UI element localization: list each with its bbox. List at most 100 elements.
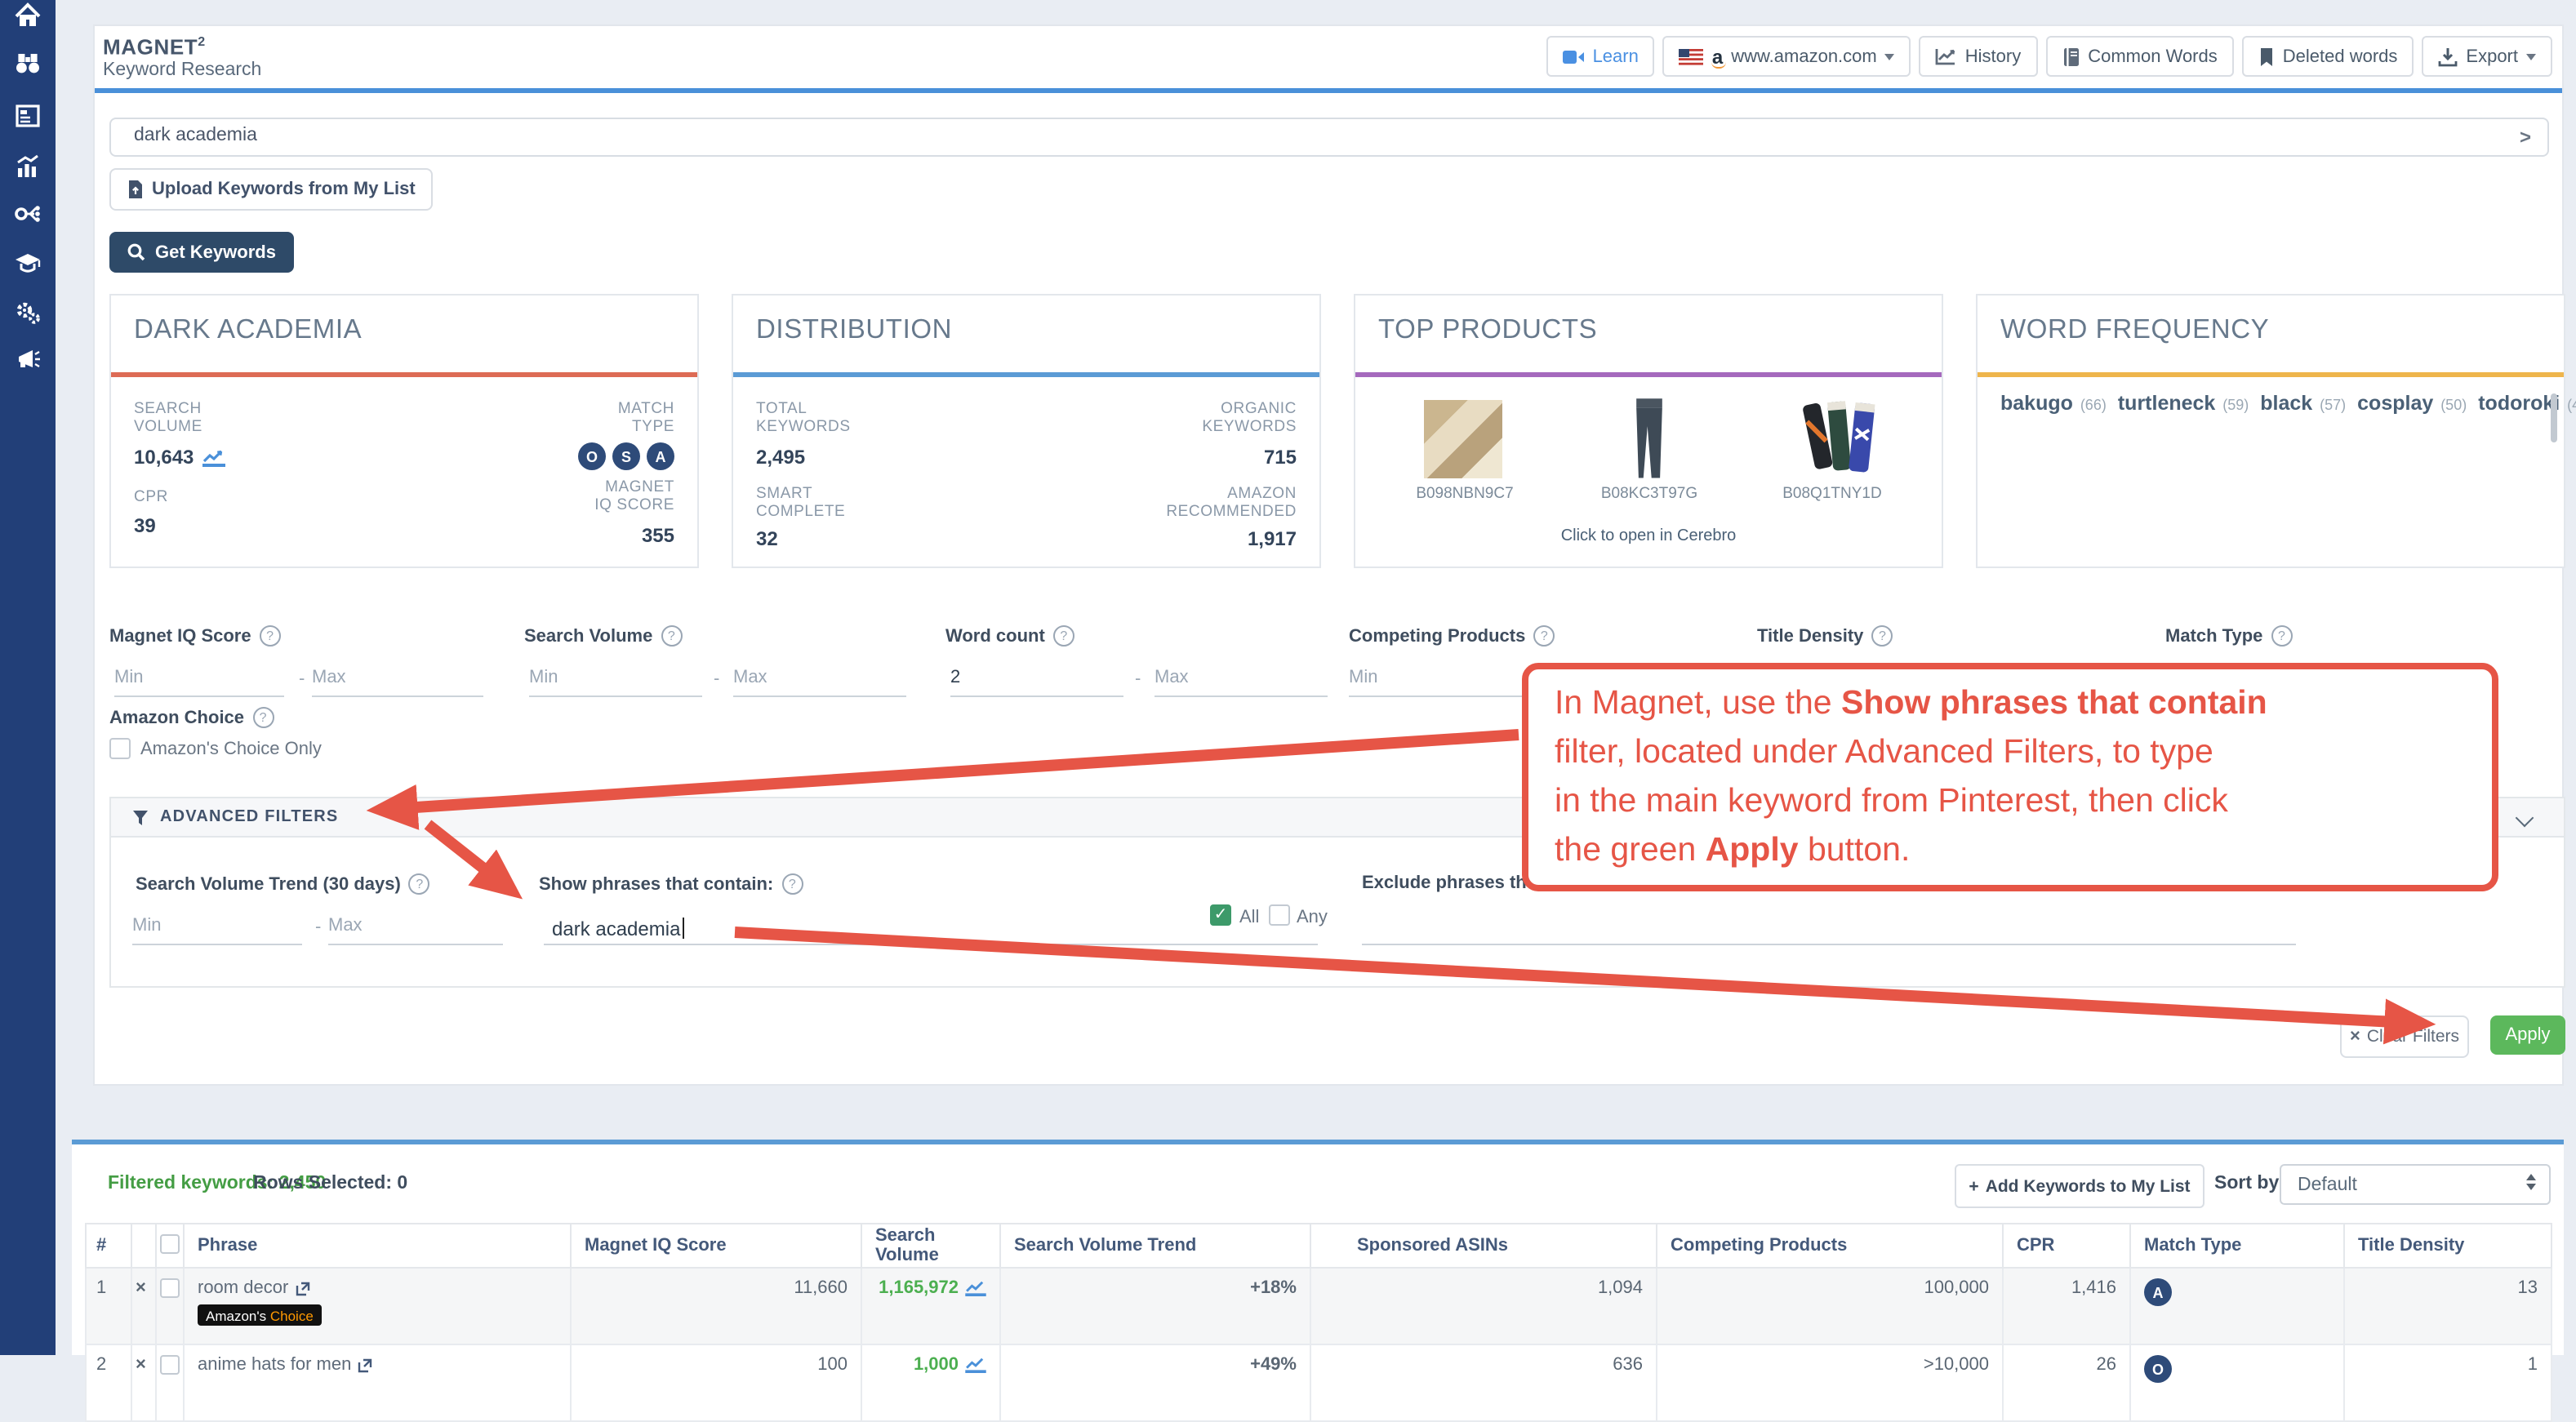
word-frequency-item: black (57) bbox=[2260, 389, 2346, 416]
organic-keywords-label: ORGANIC KEYWORDS bbox=[1202, 400, 1297, 436]
amazon-choice-checkbox[interactable] bbox=[109, 738, 131, 759]
filter-search-volume-label: Search Volume? bbox=[524, 625, 682, 647]
remove-row-button[interactable]: × bbox=[131, 1344, 156, 1421]
learn-button[interactable]: Learn bbox=[1547, 36, 1655, 77]
sidebar bbox=[0, 0, 56, 1355]
word-count-max-input[interactable] bbox=[1155, 666, 1328, 697]
filter-competing-products-label: Competing Products? bbox=[1349, 625, 1555, 647]
phrase-link[interactable]: anime hats for men bbox=[198, 1355, 372, 1375]
search-icon bbox=[127, 243, 145, 261]
trend-chart-icon[interactable] bbox=[965, 1357, 986, 1373]
upload-keywords-button[interactable]: Upload Keywords from My List bbox=[109, 168, 434, 211]
help-icon[interactable]: ? bbox=[1533, 625, 1555, 647]
sv-value: 1,165,972 bbox=[861, 1268, 1000, 1344]
keyword-search-input[interactable] bbox=[131, 124, 2456, 147]
listing-builder-icon[interactable] bbox=[13, 101, 42, 131]
card-accent bbox=[1978, 372, 2564, 377]
help-icon[interactable]: ? bbox=[252, 707, 274, 728]
product-image-1[interactable] bbox=[1424, 400, 1502, 478]
scrollbar-thumb[interactable] bbox=[2551, 393, 2557, 442]
phrase-link[interactable]: room decor bbox=[198, 1278, 309, 1298]
sort-arrows-icon bbox=[2526, 1174, 2536, 1190]
svt-max-input[interactable] bbox=[328, 914, 503, 945]
common-words-button[interactable]: Common Words bbox=[2045, 36, 2234, 77]
sort-by-select[interactable]: Default bbox=[2280, 1164, 2551, 1205]
amazon-logo-icon: a bbox=[1712, 50, 1723, 63]
title-density-value: 13 bbox=[2344, 1268, 2552, 1344]
academy-icon[interactable] bbox=[13, 248, 42, 278]
search-volume-label: SEARCH VOLUME bbox=[134, 400, 202, 436]
marketplace-selector[interactable]: a www.amazon.com bbox=[1663, 36, 1911, 77]
announcements-megaphone-icon[interactable] bbox=[13, 344, 42, 374]
iq-value: 100 bbox=[571, 1344, 861, 1421]
show-phrases-input[interactable]: dark academia bbox=[552, 918, 683, 940]
word-frequency-card: WORD FREQUENCY bakugo (66)turtleneck (59… bbox=[1976, 294, 2565, 568]
keyword-summary-card: DARK ACADEMIA SEARCH VOLUME 10,643 MATCH… bbox=[109, 294, 699, 568]
show-phrases-underline bbox=[544, 944, 1318, 945]
keyword-tracker-icon[interactable] bbox=[13, 199, 42, 229]
magnet-panel: MAGNET2 Keyword Research Learn a www.ama… bbox=[93, 24, 2564, 1086]
clear-filters-button[interactable]: × Clear Filters bbox=[2340, 1015, 2469, 1058]
row-checkbox[interactable] bbox=[160, 1278, 180, 1298]
search-volume-value: 10,643 bbox=[134, 446, 225, 469]
row-num: 1 bbox=[86, 1268, 131, 1344]
product-image-2[interactable] bbox=[1620, 397, 1679, 482]
chevron-right-icon[interactable]: > bbox=[2520, 126, 2531, 149]
chevron-down-icon bbox=[1885, 53, 1895, 60]
remove-row-button[interactable]: × bbox=[131, 1268, 156, 1344]
match-badge-amazon: A bbox=[647, 442, 674, 470]
header-accent-line bbox=[95, 88, 2562, 93]
product-image-3[interactable] bbox=[1800, 397, 1881, 482]
add-keywords-button[interactable]: + Add Keywords to My List bbox=[1955, 1164, 2205, 1208]
row-checkbox[interactable] bbox=[160, 1355, 180, 1375]
word-frequency-item: turtleneck (59) bbox=[2118, 389, 2249, 416]
trend-value: +18% bbox=[1000, 1268, 1310, 1344]
distribution-card: DISTRIBUTION TOTAL KEYWORDS 2,495 ORGANI… bbox=[732, 294, 1321, 568]
word-count-min-input[interactable] bbox=[950, 666, 1123, 697]
export-button[interactable]: Export bbox=[2422, 36, 2552, 77]
select-all-checkbox[interactable] bbox=[160, 1233, 180, 1253]
deleted-words-button[interactable]: Deleted words bbox=[2242, 36, 2414, 77]
help-icon[interactable]: ? bbox=[1871, 625, 1893, 647]
research-binoculars-icon[interactable] bbox=[13, 49, 42, 78]
word-frequency-item: cosplay (50) bbox=[2357, 389, 2467, 416]
phrase-cell: room decor Amazon's Choice bbox=[184, 1268, 571, 1344]
magnet-app: MAGNET2 Keyword Research Learn a www.ama… bbox=[0, 0, 2576, 1355]
trend-chart-icon[interactable] bbox=[965, 1280, 986, 1296]
row-num: 2 bbox=[86, 1344, 131, 1421]
history-button[interactable]: History bbox=[1920, 36, 2037, 77]
svt-min-input[interactable] bbox=[132, 914, 302, 945]
competing-products-min-input[interactable] bbox=[1349, 666, 1522, 697]
apply-button[interactable]: Apply bbox=[2490, 1015, 2565, 1055]
help-icon[interactable]: ? bbox=[781, 873, 803, 895]
table-row: 2 × anime hats for men 100 1,000 +49% 63… bbox=[86, 1344, 2552, 1421]
help-icon[interactable]: ? bbox=[1053, 625, 1074, 647]
settings-gears-icon[interactable] bbox=[13, 297, 42, 327]
trend-chart-icon[interactable] bbox=[202, 448, 225, 466]
magnet-iq-min-input[interactable] bbox=[114, 666, 284, 697]
help-icon[interactable]: ? bbox=[409, 873, 430, 895]
get-keywords-button[interactable]: Get Keywords bbox=[109, 232, 294, 273]
search-volume-max-input[interactable] bbox=[733, 666, 906, 697]
magnet-iq-max-input[interactable] bbox=[312, 666, 483, 697]
cpr-value: 1,416 bbox=[2003, 1268, 2130, 1344]
book-icon bbox=[2062, 47, 2080, 66]
match-all-label: All bbox=[1239, 908, 1259, 927]
filter-match-type-label: Match Type? bbox=[2165, 625, 2292, 647]
card-accent bbox=[733, 372, 1319, 377]
help-icon[interactable]: ? bbox=[661, 625, 682, 647]
file-upload-icon bbox=[127, 180, 144, 199]
iq-score-value: 355 bbox=[642, 524, 674, 547]
match-all-checkbox[interactable]: ✓ bbox=[1210, 904, 1231, 926]
open-in-cerebro-link[interactable]: Click to open in Cerebro bbox=[1355, 527, 1942, 545]
home-icon[interactable] bbox=[13, 2, 42, 31]
match-any-checkbox[interactable] bbox=[1269, 904, 1290, 926]
search-volume-min-input[interactable] bbox=[529, 666, 702, 697]
help-icon[interactable]: ? bbox=[260, 625, 281, 647]
col-num: # bbox=[86, 1224, 131, 1268]
competing-value: >10,000 bbox=[1657, 1344, 2003, 1421]
help-icon[interactable]: ? bbox=[2271, 625, 2292, 647]
analytics-icon[interactable] bbox=[13, 152, 42, 181]
match-badge-organic: O bbox=[578, 442, 606, 470]
chevron-down-icon[interactable] bbox=[2516, 809, 2534, 828]
